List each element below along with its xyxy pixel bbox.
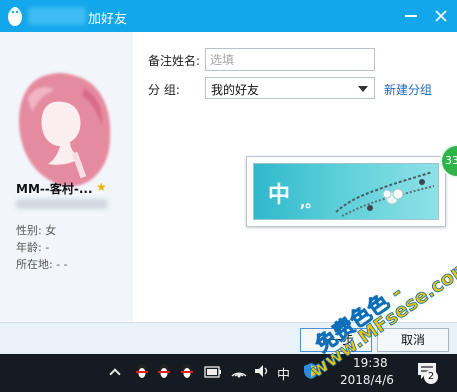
taskbar: 中 19:38 2018/4/6 (0, 354, 457, 392)
battery-icon[interactable] (204, 366, 222, 378)
qq-tray-icon[interactable] (134, 362, 150, 380)
cancel-button[interactable]: 取消 (377, 328, 449, 352)
taskbar-ime-indicator[interactable]: 中 (277, 364, 290, 383)
profile-age: 年龄: - (16, 241, 50, 254)
ime-punct-mode[interactable]: ,。 (300, 192, 319, 212)
qq-tray-icon[interactable] (179, 362, 195, 380)
group-label: 分 组: (148, 83, 180, 97)
ime-mode-char[interactable]: 中 (268, 177, 290, 209)
group-select[interactable]: 我的好友 (205, 77, 375, 99)
profile-location: 所在地: - - (16, 258, 68, 271)
close-icon[interactable] (433, 8, 449, 24)
profile-name: MM--客村-... (16, 182, 93, 196)
jewelry-decoration-icon (335, 171, 435, 217)
profile-panel: MM--客村-... ★ 性别: 女 年龄: - 所在地: - - (0, 32, 133, 322)
qq-penguin-icon (8, 7, 22, 26)
star-icon: ★ (96, 180, 107, 194)
clock-time[interactable]: 19:38 (353, 356, 388, 370)
profile-gender: 性别: 女 (16, 224, 57, 237)
ime-status-widget[interactable]: 中 ,。 (246, 156, 446, 227)
security-shield-icon[interactable] (303, 362, 319, 380)
clock-date[interactable]: 2018/4/6 (340, 373, 394, 387)
next-button[interactable]: 下一步 (300, 328, 372, 352)
title-redacted-name (28, 7, 86, 25)
volume-icon[interactable] (253, 362, 271, 380)
notification-count-badge: 2 (424, 370, 438, 384)
avatar[interactable] (14, 68, 114, 196)
remark-label: 备注姓名: (148, 54, 201, 68)
qq-tray-icon[interactable] (156, 362, 172, 380)
redacted-text (16, 199, 108, 209)
ime-skin-panel: 中 ,。 (253, 163, 439, 220)
remark-name-input[interactable] (205, 48, 375, 71)
chevron-up-icon[interactable] (109, 368, 121, 380)
title-bar: 加好友 (0, 0, 457, 32)
new-group-link[interactable]: 新建分组 (384, 81, 432, 98)
window-title: 加好友 (88, 12, 128, 27)
group-select-value: 我的好友 (211, 83, 260, 97)
wifi-icon[interactable] (230, 362, 248, 380)
chevron-down-icon[interactable] (358, 86, 368, 92)
minimize-icon[interactable] (405, 15, 417, 17)
